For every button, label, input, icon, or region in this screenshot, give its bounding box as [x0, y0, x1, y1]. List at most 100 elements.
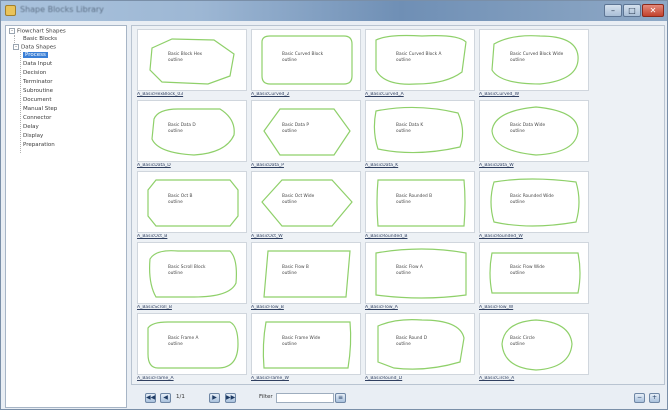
shape-thumbnail[interactable]: Basic Frame Aoutline — [137, 313, 247, 375]
tree-root[interactable]: - Flowchart Shapes — [9, 28, 66, 35]
maximize-button[interactable]: □ — [623, 4, 641, 17]
shape-thumbnail[interactable]: Basic Scroll Block outline — [137, 242, 247, 304]
tree-item[interactable]: Display — [23, 133, 43, 139]
page-indicator: 1/1 — [176, 394, 185, 400]
last-page-button[interactable]: ▶▶ — [225, 393, 236, 403]
tree-item[interactable]: Data Input — [23, 61, 52, 67]
shape-label: outline — [396, 342, 411, 347]
tree-item-label: Process — [23, 52, 48, 58]
filter-input[interactable] — [276, 393, 334, 403]
shape-thumbnail[interactable]: Basic Curved Block Wide outline — [479, 29, 589, 91]
next-page-icon: ▶ — [212, 394, 217, 401]
shape-label: outline — [168, 342, 183, 347]
tree-item[interactable]: Subroutine — [23, 88, 53, 94]
shape-thumbnail[interactable]: Basic Curved Block outline — [251, 29, 361, 91]
thumbnail-caption[interactable]: A_BasicData_K — [365, 163, 475, 168]
shape-label: outline — [168, 271, 183, 276]
category-tree[interactable]: - Flowchart Shapes Basic Blocks - Data Sha… — [5, 25, 127, 408]
window-title: Shape Blocks Library — [20, 5, 104, 14]
minimize-button[interactable]: – — [604, 4, 622, 17]
thumbnail-caption[interactable]: A_BasicCircle_A — [479, 376, 589, 381]
thumbnail-caption[interactable]: A_BasicRounded_B — [365, 234, 475, 239]
thumbnail-caption[interactable]: A_BasicScroll_B — [137, 305, 247, 310]
tree-root-label: Flowchart Shapes — [17, 28, 66, 35]
thumbnail-caption[interactable]: A_BasicFlow_A — [365, 305, 475, 310]
tree-item-label: Connector — [23, 115, 52, 121]
shape-thumbnail[interactable]: Basic Data Doutline — [137, 100, 247, 162]
footer-bar: ◀◀ ◀ 1/1 ▶ ▶▶ Filter ≡ − + — [131, 388, 665, 408]
thumbnail-caption[interactable]: A_BasicHexBlock_03 — [137, 92, 247, 97]
filter-apply-button[interactable]: ≡ — [335, 393, 346, 403]
thumbnail-caption[interactable]: A_BasicCurved_A — [365, 92, 475, 97]
shape-label: outline — [282, 342, 297, 347]
shape-label: outline — [282, 58, 297, 63]
thumbnail-caption[interactable]: A_BasicOct_W — [251, 234, 361, 239]
tree-item-label: Data Input — [23, 61, 53, 67]
shape-label: outline — [396, 200, 411, 205]
shape-label: outline — [510, 271, 525, 276]
title-bar[interactable]: Shape Blocks Library – □ ✕ — [1, 1, 667, 21]
close-button[interactable]: ✕ — [642, 4, 664, 17]
filter-icon: ≡ — [337, 394, 344, 401]
zoom-in-button[interactable]: + — [649, 393, 660, 403]
shape-thumbnail[interactable]: Basic Rounded Boutline — [365, 171, 475, 233]
thumbnail-caption[interactable]: A_BasicFlow_W — [479, 305, 589, 310]
collapse-icon[interactable]: - — [13, 44, 19, 50]
shape-thumbnail[interactable]: Basic Data Koutline — [365, 100, 475, 162]
next-page-button[interactable]: ▶ — [209, 393, 220, 403]
thumbnail-grid: Basic Block Hex outline A_BasicHexBlock_03… — [131, 25, 665, 385]
shape-label: outline — [282, 271, 297, 276]
tree-item[interactable]: Document — [23, 97, 52, 103]
shape-thumbnail[interactable]: Basic Round Doutline — [365, 313, 475, 375]
tree-item[interactable]: Connector — [23, 115, 51, 121]
prev-page-button[interactable]: ◀ — [160, 393, 171, 403]
tree-item[interactable]: Process — [23, 52, 48, 58]
tree-item-label: Subroutine — [23, 88, 54, 94]
tree-item-label: Preparation — [23, 142, 55, 148]
thumbnail-caption[interactable]: A_BasicData_W — [479, 163, 589, 168]
tree-group[interactable]: - Data Shapes — [13, 44, 56, 51]
thumbnail-caption[interactable]: A_BasicFlow_B — [251, 305, 361, 310]
zoom-out-button[interactable]: − — [634, 393, 645, 403]
shape-thumbnail[interactable]: Basic Block Hex outline — [137, 29, 247, 91]
shape-label: outline — [510, 200, 525, 205]
shape-thumbnail[interactable]: Basic Frame Wide outline — [251, 313, 361, 375]
shape-label: outline — [168, 58, 183, 63]
shape-label: outline — [510, 129, 525, 134]
tree-item[interactable]: Manual Step — [23, 106, 57, 112]
shape-thumbnail[interactable]: Basic Flow Aoutline — [365, 242, 475, 304]
tree-item[interactable]: Delay — [23, 124, 39, 130]
thumbnail-caption[interactable]: A_BasicData_P — [251, 163, 361, 168]
thumbnail-caption[interactable]: A_BasicRounded_W — [479, 234, 589, 239]
tree-item-label: Manual Step — [23, 106, 58, 112]
tree-item-label: Document — [23, 97, 52, 103]
shape-thumbnail[interactable]: Basic Oct Wide outline — [251, 171, 361, 233]
last-page-icon: ▶▶ — [226, 394, 236, 401]
shape-label: outline — [168, 129, 183, 134]
thumbnail-caption[interactable]: A_BasicFrame_W — [251, 376, 361, 381]
shape-thumbnail[interactable]: Basic Data Wide outline — [479, 100, 589, 162]
collapse-icon[interactable]: - — [9, 28, 15, 34]
first-page-button[interactable]: ◀◀ — [145, 393, 156, 403]
tree-item-basic[interactable]: Basic Blocks — [23, 36, 57, 42]
thumbnail-caption[interactable]: A_BasicCurved_W — [479, 92, 589, 97]
shape-thumbnail[interactable]: Basic Curved Block Aoutline — [365, 29, 475, 91]
thumbnail-caption[interactable]: A_BasicData_D — [137, 163, 247, 168]
tree-item-label: Delay — [23, 124, 39, 130]
thumbnail-caption[interactable]: A_BasicFrame_A — [137, 376, 247, 381]
tree-item[interactable]: Decision — [23, 70, 46, 76]
app-window: Shape Blocks Library – □ ✕ - Flowchart Sh… — [0, 0, 668, 410]
thumbnail-caption[interactable]: A_BasicOct_B — [137, 234, 247, 239]
shape-thumbnail[interactable]: Basic Oct Boutline — [137, 171, 247, 233]
tree-item-label: Decision — [23, 70, 47, 76]
thumbnail-caption[interactable]: A_BasicRound_D — [365, 376, 475, 381]
shape-thumbnail[interactable]: Basic Rounded Wide outline — [479, 171, 589, 233]
tree-item[interactable]: Terminator — [23, 79, 53, 85]
thumbnail-caption[interactable]: A_BasicCurved_2 — [251, 92, 361, 97]
shape-thumbnail[interactable]: Basic Flow Wide outline — [479, 242, 589, 304]
tree-item[interactable]: Preparation — [23, 142, 55, 148]
shape-thumbnail[interactable]: Basic Data Poutline — [251, 100, 361, 162]
maximize-icon: □ — [628, 6, 636, 15]
shape-thumbnail[interactable]: Basic Flow Boutline — [251, 242, 361, 304]
shape-thumbnail[interactable]: Basic Circle outline — [479, 313, 589, 375]
